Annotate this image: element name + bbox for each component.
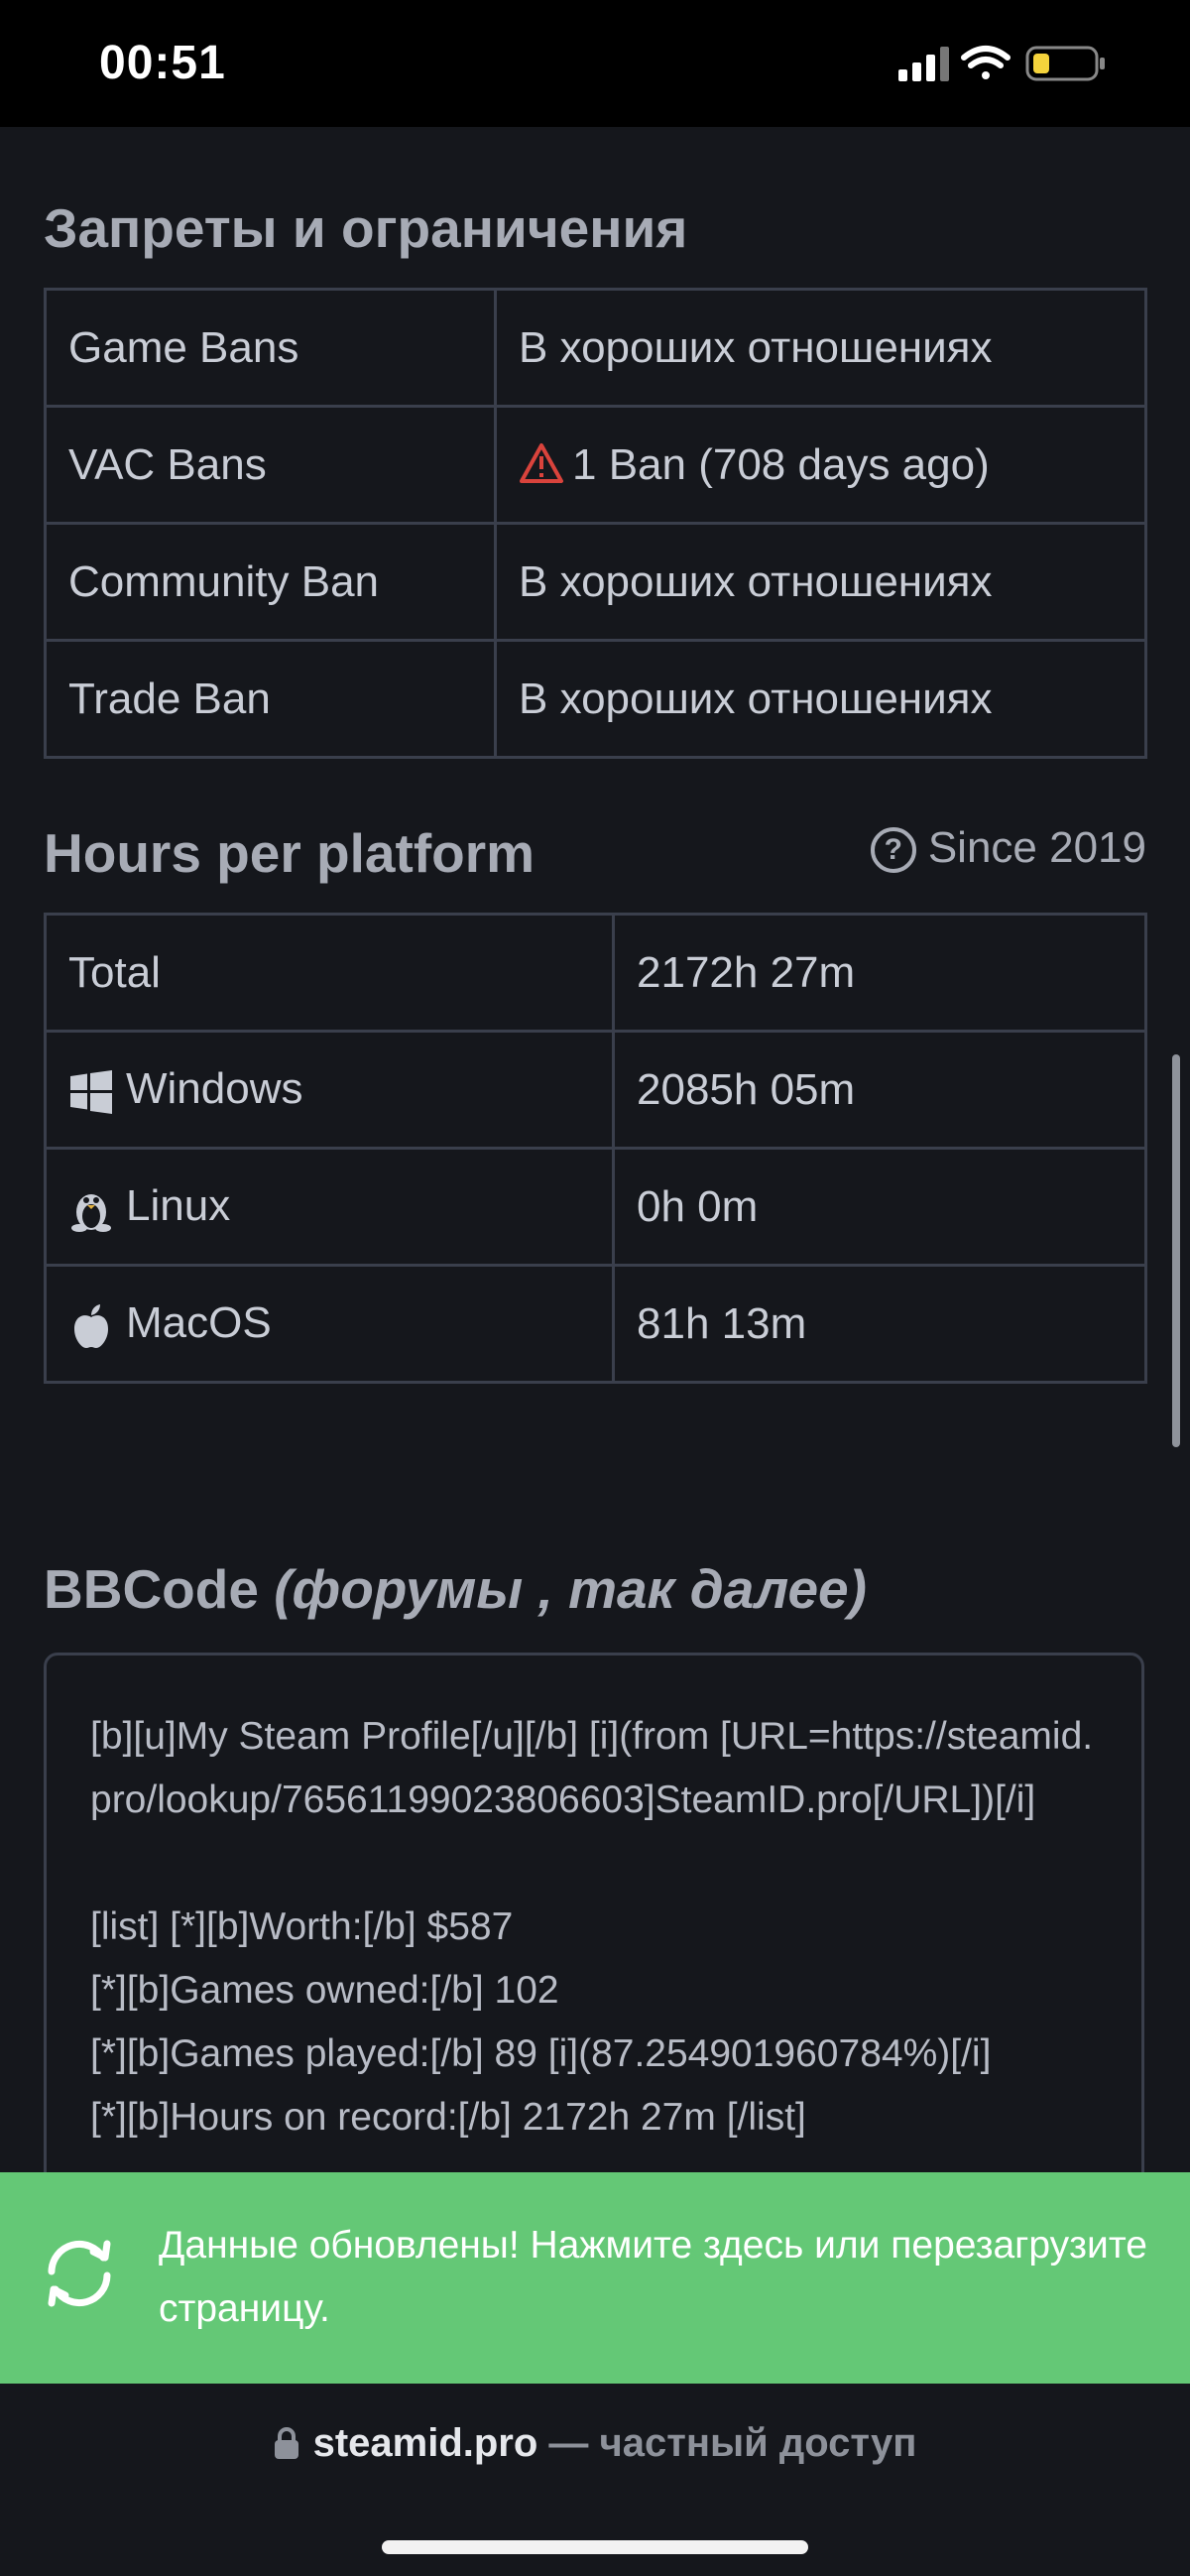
cellular-signal-icon — [898, 47, 949, 81]
url-line[interactable]: steamid.pro — частный доступ — [0, 2421, 1190, 2466]
platform-cell: Windows — [44, 1030, 615, 1150]
table-row: Trade Ban В хороших отношениях — [44, 639, 1147, 759]
table-row: Community Ban В хороших отношениях — [44, 522, 1147, 642]
hours-title: Hours per platform — [44, 822, 536, 884]
table-row: MacOS 81h 13m — [44, 1264, 1147, 1384]
ban-status-good: В хороших отношениях — [494, 288, 1147, 408]
platform-label: MacOS — [126, 1298, 272, 1348]
status-time: 00:51 — [99, 37, 226, 89]
windows-icon — [70, 1069, 112, 1114]
linux-icon — [71, 1193, 111, 1232]
table-row: Total 2172h 27m — [44, 913, 1147, 1033]
platform-label: Linux — [126, 1181, 231, 1231]
ban-label: VAC Bans — [44, 405, 497, 525]
lock-icon — [274, 2427, 298, 2459]
platform-cell: Linux — [44, 1147, 615, 1267]
platform-cell: MacOS — [44, 1264, 615, 1384]
private-access-label: частный доступ — [599, 2421, 917, 2465]
toast-message[interactable]: Данные обновлены! Нажмите здесь или пере… — [159, 2214, 1150, 2341]
bbcode-title: BBCode (форумы , так далее) — [44, 1557, 867, 1621]
apple-icon — [74, 1303, 108, 1348]
table-row: Windows 2085h 05m — [44, 1030, 1147, 1150]
warning-icon — [520, 442, 563, 483]
platform-hours: 2085h 05m — [612, 1030, 1147, 1150]
since-label: Since 2019 — [927, 823, 1146, 872]
browser-address-bar[interactable]: steamid.pro — частный доступ — [0, 2384, 1190, 2576]
update-toast[interactable]: Данные обновлены! Нажмите здесь или пере… — [0, 2172, 1190, 2384]
platform-label: Windows — [126, 1064, 303, 1114]
platform-label: Total — [44, 913, 615, 1033]
ban-status-good: В хороших отношениях — [494, 522, 1147, 642]
home-indicator[interactable] — [382, 2540, 808, 2554]
vac-ban-text: 1 Ban (708 days ago) — [572, 439, 990, 489]
ban-label: Trade Ban — [44, 639, 497, 759]
bbcode-title-plain: BBCode — [44, 1558, 259, 1620]
wifi-icon — [961, 46, 1011, 79]
battery-icon — [1025, 46, 1105, 81]
since-info[interactable]: ? Since 2019 — [870, 823, 1146, 874]
scrollbar[interactable] — [1172, 1054, 1180, 1447]
hours-table: Total 2172h 27m Windows 2085h 05m Linux … — [44, 913, 1147, 1384]
bbcode-title-italic: (форумы , так далее) — [274, 1558, 867, 1620]
bans-table: Game Bans В хороших отношениях VAC Bans … — [44, 288, 1147, 759]
table-row: Game Bans В хороших отношениях — [44, 288, 1147, 408]
status-bar: 00:51 — [0, 0, 1190, 127]
url-separator: — — [548, 2421, 589, 2465]
platform-hours: 0h 0m — [612, 1147, 1147, 1267]
bans-title: Запреты и ограничения — [44, 197, 688, 259]
platform-hours: 2172h 27m — [612, 913, 1147, 1033]
ban-status-bad: 1 Ban (708 days ago) — [494, 405, 1147, 525]
table-row: Linux 0h 0m — [44, 1147, 1147, 1267]
table-row: VAC Bans 1 Ban (708 days ago) — [44, 405, 1147, 525]
status-icons — [898, 46, 1105, 81]
platform-hours: 81h 13m — [612, 1264, 1147, 1384]
ban-label: Community Ban — [44, 522, 497, 642]
ban-status-good: В хороших отношениях — [494, 639, 1147, 759]
ban-label: Game Bans — [44, 288, 497, 408]
url-domain: steamid.pro — [312, 2421, 538, 2465]
bbcode-textbox[interactable]: [b][u]My Steam Profile[/u][/b] [i](from … — [44, 1653, 1144, 2208]
refresh-icon — [48, 2240, 111, 2307]
help-icon[interactable]: ? — [870, 827, 916, 874]
